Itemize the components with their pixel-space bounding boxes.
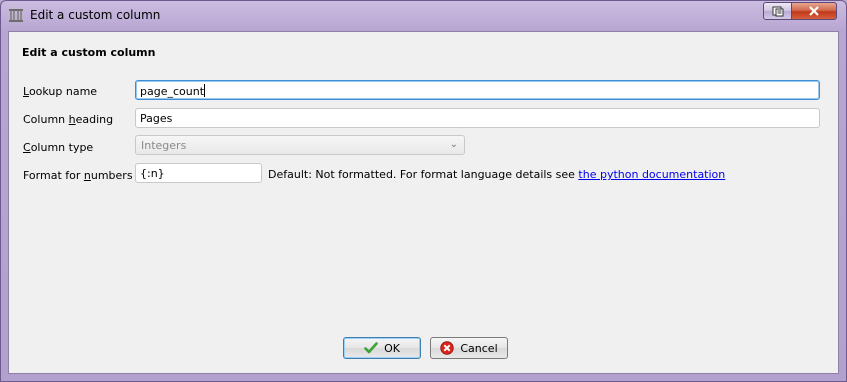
python-docs-link[interactable]: the python documentation [578,168,725,181]
column-heading-input[interactable]: Pages [135,108,820,128]
cancel-button[interactable]: Cancel [430,337,508,359]
number-format-label: Format for numbers [23,169,133,182]
dialog-body: Edit a custom column Lookup name page_co… [8,31,839,374]
column-type-select[interactable]: Integers ⌄ [135,135,465,155]
checkmark-icon [364,342,378,354]
ok-label: OK [384,341,400,355]
dialog-window: Edit a custom column Edit a custom colum… [0,0,847,382]
lookup-name-label: Lookup name [23,85,98,98]
column-type-label: Column type [23,141,94,154]
text-caret [204,84,206,97]
format-hint: Default: Not formatted. For format langu… [268,168,725,181]
title-bar[interactable]: Edit a custom column [1,1,846,31]
cancel-label: Cancel [460,341,498,355]
dialog-heading: Edit a custom column [22,46,156,59]
column-heading-label: Column heading [23,113,114,126]
column-type-value: Integers [141,139,187,152]
number-format-input[interactable]: {:n} [135,163,262,183]
context-help-icon [772,6,783,16]
format-hint-text: Default: Not formatted. For format langu… [268,168,579,181]
window-title: Edit a custom column [30,8,161,22]
context-help-button[interactable] [763,2,792,20]
close-icon [809,6,819,16]
chevron-down-icon: ⌄ [449,139,458,150]
ok-button[interactable]: OK [343,337,421,359]
lookup-name-input[interactable]: page_count [135,80,820,100]
library-icon [9,9,23,22]
cancel-icon [440,341,455,355]
close-button[interactable] [791,2,837,20]
